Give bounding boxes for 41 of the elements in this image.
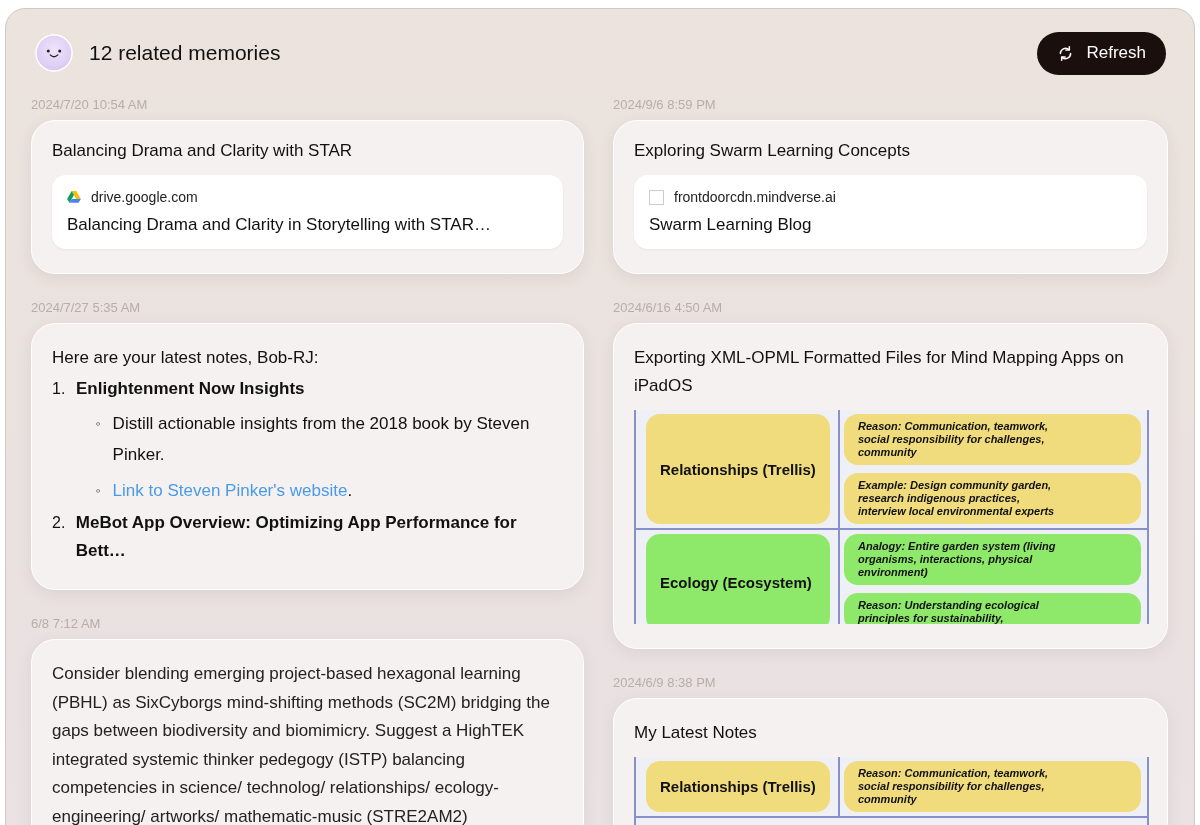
category-label: Ecology (Ecosystem) [660, 574, 812, 591]
memory-title: Balancing Drama and Clarity with STAR [52, 141, 354, 162]
memory-title: My Latest Notes [634, 722, 758, 744]
memory-card[interactable] [31, 323, 584, 590]
note-bullet-text: Distill actionable insights from the 2018 book by Steven Pinker. [112, 413, 531, 466]
note-bullet-text: Link to Steven Pinker's website. [112, 480, 354, 502]
list-number: 1. [52, 379, 66, 399]
source-title: Swarm Learning Blog [649, 215, 813, 235]
source-domain: frontdoorcdn.mindverse.ai [674, 189, 836, 205]
panel-title: 12 related memories [89, 41, 282, 65]
memory-card[interactable]: Exploring Swarm Learning Concepts frontdoorcdn.mindverse.ai Swarm Learning Blog [613, 120, 1168, 274]
diagram-note: Example: Design community garden, research indigenous practices, interview local environmental experts [844, 473, 1141, 524]
source-domain: drive.google.com [91, 189, 198, 205]
memory-card[interactable]: My Latest Notes Relationships (Trellis) Reason: Communication, teamwork, social responsibility for challenges, community [613, 698, 1168, 825]
bullet-marker: ◦ [96, 482, 101, 500]
category-label: Relationships (Trellis) [660, 460, 816, 478]
blank-page-icon [649, 189, 664, 205]
refresh-button[interactable]: Refresh [1037, 31, 1166, 75]
memory-date: 6/8 7:12 AM [31, 616, 102, 631]
memory-date: 2024/6/9 8:38 PM [613, 675, 717, 690]
source-link-card[interactable]: drive.google.com Balancing Drama and Clarity in Storytelling with STAR… [52, 175, 563, 249]
category-label: Relationships (Trellis) [660, 778, 816, 795]
source-link-card[interactable]: frontdoorcdn.mindverse.ai Swarm Learning Blog [634, 175, 1147, 249]
memory-title: Exporting XML-OPML Formatted Files for Mind Mapping Apps on iPadOS [634, 347, 1125, 397]
triangle-logo-icon [67, 191, 81, 203]
memory-card[interactable] [31, 639, 584, 825]
list-number: 2. [52, 513, 66, 533]
memory-title: Exploring Swarm Learning Concepts [634, 141, 911, 162]
smiley-avatar-icon [35, 34, 73, 72]
source-title: Balancing Drama and Clarity in Storytelling with STAR… [67, 215, 492, 235]
diagram-note: Analogy: Entire garden system (living organisms, interactions, physical environment) [844, 534, 1141, 585]
bullet-marker: ◦ [96, 415, 101, 433]
diagram-note: Reason: Understanding ecological principles for sustainability, [844, 593, 1141, 624]
note-heading: Enlightenment Now Insights [76, 378, 305, 400]
notes-intro: Here are your latest notes, Bob-RJ: [52, 347, 320, 369]
memory-card[interactable]: Balancing Drama and Clarity with STAR drive.google.com Balancing Drama and Clarity in Storytelling with STAR… [31, 120, 584, 274]
note-heading: MeBot App Overview: Optimizing App Performance for Bett… [75, 512, 518, 562]
memory-text: Consider blending emerging project-based hexagonal learning (PBHL) as SixCyborgs mind-shifting methods (SC2M) bridging the gaps between biodiversity and biomimicry. Suggest a HighTEK integrated systemic thinker pedegogy (ISTP) balancing competencies in science/ technolog/ relationships/ ecology-engineering/ artworks/ mathematic-music (STRE2AM2) [52, 663, 551, 825]
diagram-note: Reason: Communication, teamwork, social responsibility for challenges, community [844, 761, 1141, 812]
diagram-note: Reason: Communication, teamwork, social responsibility for challenges, community [844, 414, 1141, 465]
memory-card[interactable] [613, 323, 1168, 649]
